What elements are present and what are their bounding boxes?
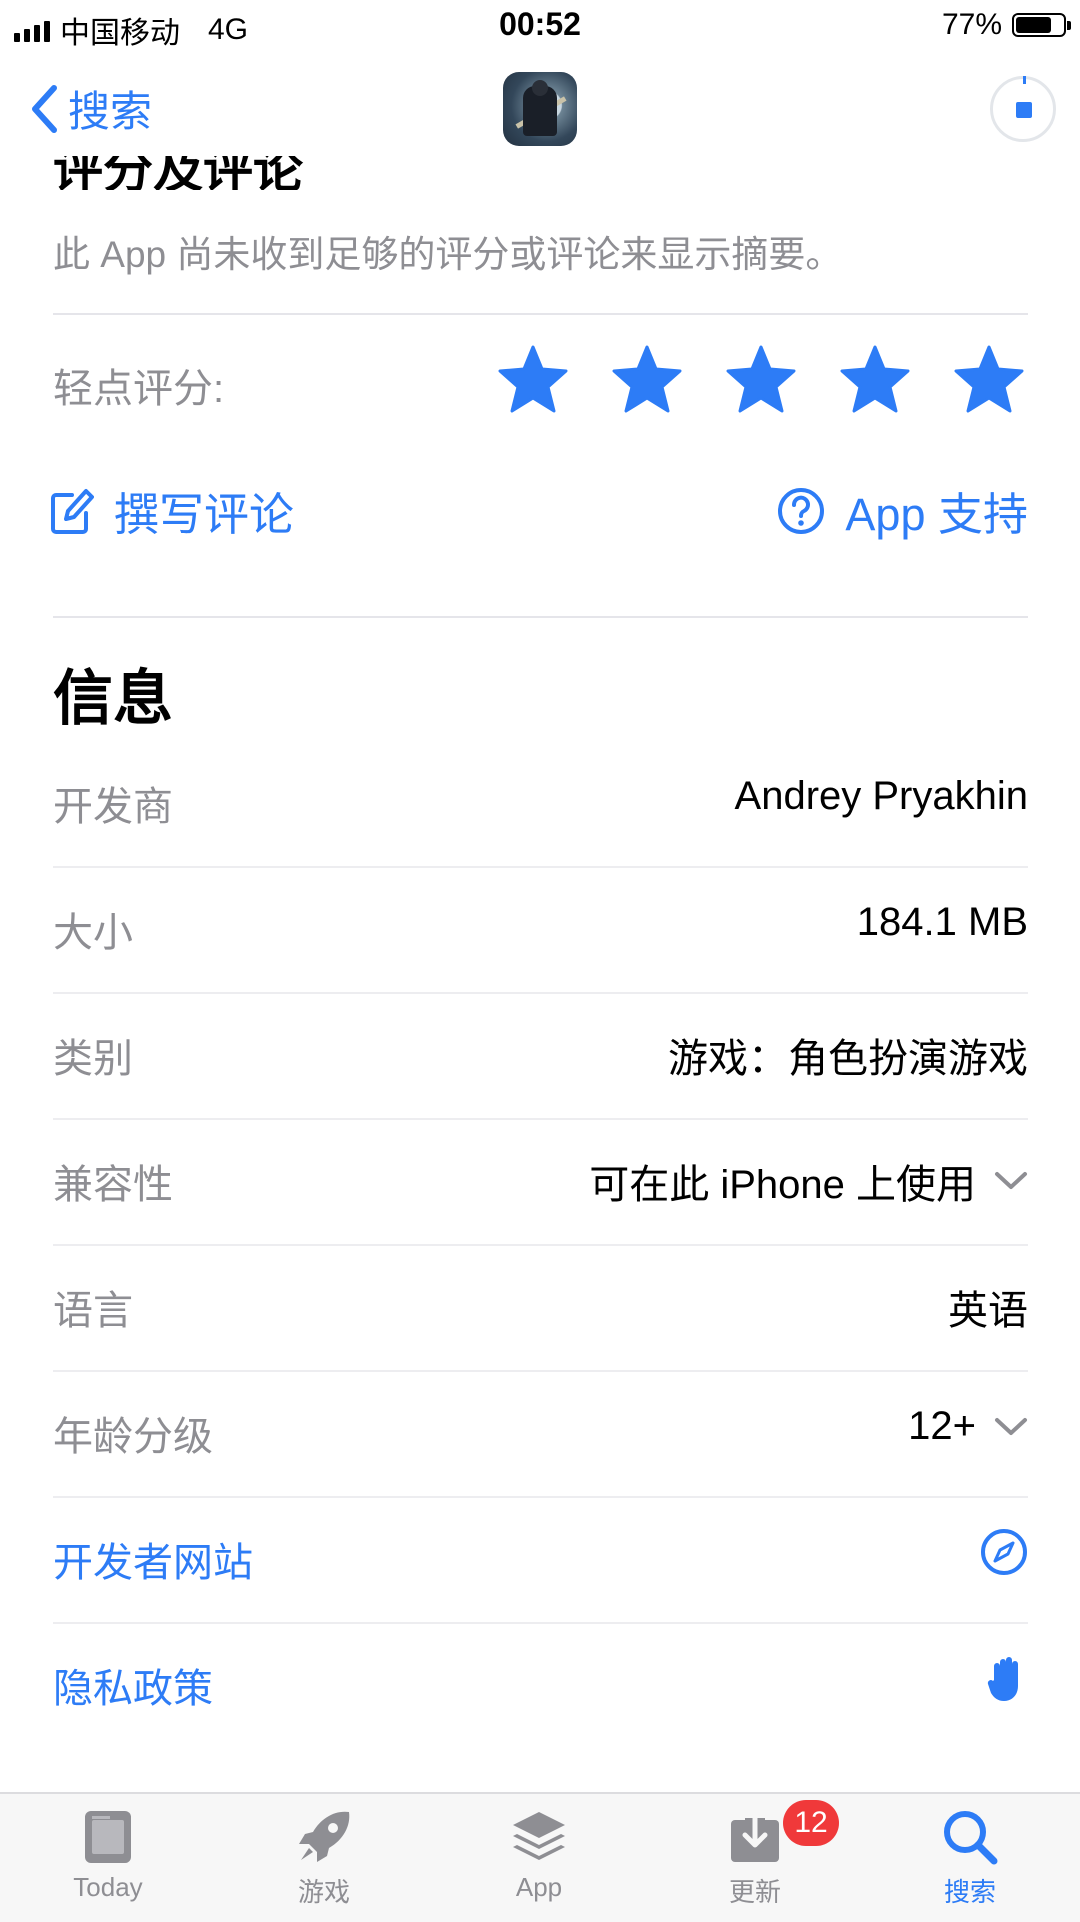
back-label: 搜索 [68,88,153,135]
status-right: 77% [941,8,1071,42]
info-label: 年龄分级 [53,1415,213,1459]
divider [53,313,1028,315]
ratings-summary: 此 App 尚未收到足够的评分或评论来显示摘要。 [53,234,843,275]
chevron-left-icon [32,84,57,133]
download-progress-button[interactable] [990,76,1056,142]
app-support-button[interactable]: App 支持 [777,478,1028,543]
chevron-down-icon [995,1172,1027,1189]
info-row-size: 大小 184.1 MB [53,868,1028,994]
info-label: 类别 [53,1037,133,1081]
info-value: 12+ [908,1404,1028,1449]
tab-bar: Today 游戏 App 更新 搜索 [0,1792,1080,1922]
info-row-compatibility[interactable]: 兼容性 可在此 iPhone 上使用 [53,1120,1028,1246]
privacy-policy-link[interactable]: 隐私政策 [53,1624,1028,1750]
star-icon[interactable] [840,345,910,413]
app-size: 184.1 MB [856,900,1028,944]
compose-icon [51,488,94,534]
download-icon [731,1809,779,1862]
layers-icon [513,1812,565,1860]
question-circle-icon [778,487,825,534]
updates-badge: 12 [783,1800,839,1846]
info-label: 大小 [53,911,133,955]
stop-icon [1016,102,1032,118]
battery-percent: 77% [941,8,1002,41]
tab-label: 搜索 [943,1877,996,1907]
app-support-label: App 支持 [845,489,1028,540]
game-app-icon[interactable] [503,72,577,146]
write-review-button[interactable]: 撰写评论 [50,478,294,543]
info-row-age-rating[interactable]: 年龄分级 12+ [53,1372,1028,1498]
safari-compass-icon [981,1529,1027,1575]
privacy-policy-label: 隐私政策 [53,1667,213,1711]
ratings-section-title-clip: 评分及评论 [53,156,453,190]
info-value: 可在此 iPhone 上使用 [589,1152,1028,1210]
star-icon[interactable] [498,345,568,413]
clock: 00:52 [499,6,581,42]
raised-hand-icon [987,1657,1018,1701]
today-icon [85,1811,131,1863]
developer-name: Andrey Pryakhin [734,774,1028,818]
tab-apps[interactable]: App [479,1808,599,1903]
developer-website-link[interactable]: 开发者网站 [53,1498,1028,1624]
info-row-developer: 开发商 Andrey Pryakhin [53,742,1028,868]
battery-icon [1012,13,1071,37]
nav-bar: 搜索 [0,60,1080,156]
info-section-title: 信息 [53,665,173,732]
tab-label: App [515,1872,563,1902]
language-value: 英语 [948,1289,1028,1333]
tab-label: 游戏 [297,1877,350,1907]
info-row-category: 类别 游戏：角色扮演游戏 [53,994,1028,1120]
app-category: 游戏：角色扮演游戏 [668,1037,1028,1081]
back-button[interactable]: 搜索 [30,78,152,139]
star-icon[interactable] [726,345,796,413]
info-row-language: 语言 英语 [53,1246,1028,1372]
info-value: 英语 [948,1278,1028,1336]
compatibility-value: 可在此 iPhone 上使用 [589,1163,976,1207]
info-label: 语言 [53,1289,133,1333]
developer-website-label: 开发者网站 [53,1541,253,1585]
rocket-icon [299,1811,350,1862]
tab-search[interactable]: 搜索 [910,1808,1030,1909]
ratings-section-title: 评分及评论 [53,156,303,190]
search-icon [944,1811,998,1865]
divider [53,616,1028,618]
info-label: 兼容性 [53,1163,173,1207]
tap-to-rate-label: 轻点评分: [53,367,225,411]
info-value: 184.1 MB [857,900,1028,945]
star-icon[interactable] [612,345,682,413]
chevron-down-icon [995,1417,1027,1435]
age-rating-value: 12+ [908,1404,976,1448]
star-rating-input[interactable] [498,345,1024,413]
tab-games[interactable]: 游戏 [264,1808,384,1909]
tab-today[interactable]: Today [48,1808,168,1903]
star-icon[interactable] [954,345,1024,413]
info-value: 游戏：角色扮演游戏 [668,1026,1028,1084]
tab-label: Today [73,1872,143,1902]
info-label: 开发商 [53,785,173,829]
tab-label: 更新 [728,1877,781,1907]
info-value: Andrey Pryakhin [735,774,1028,819]
status-bar: 中国移动 4G 00:52 77% [0,0,1080,56]
write-review-label: 撰写评论 [114,489,295,540]
